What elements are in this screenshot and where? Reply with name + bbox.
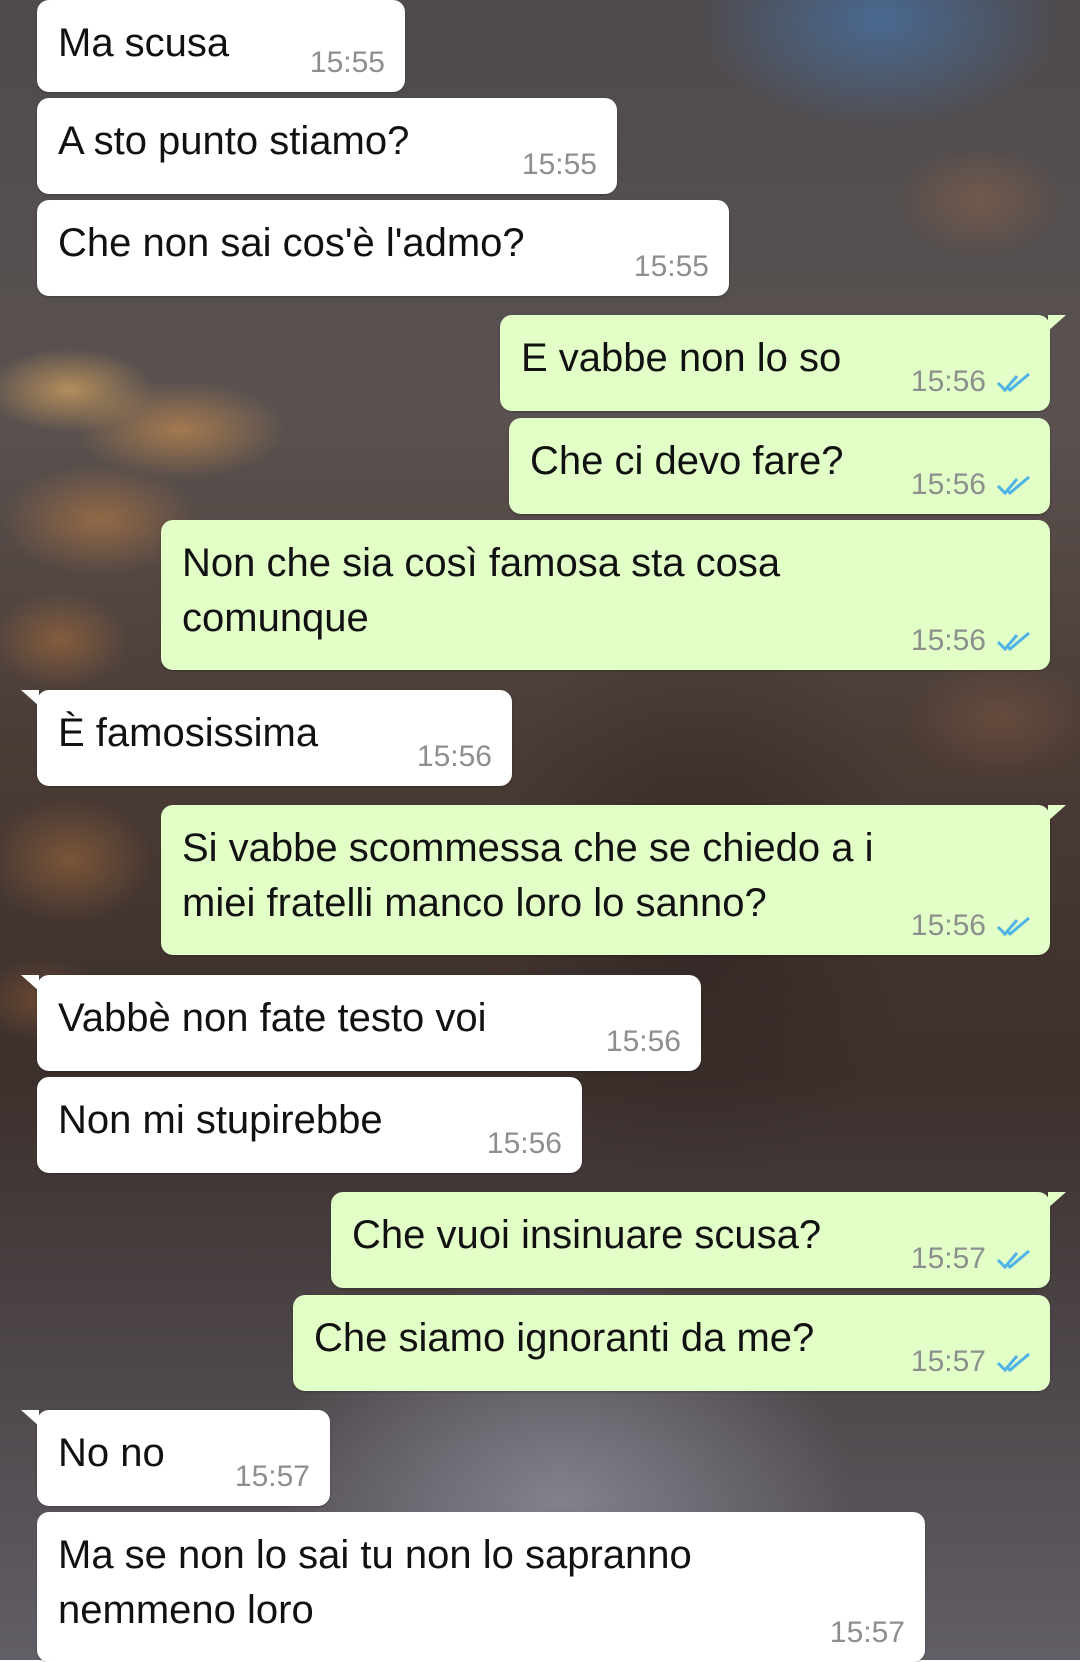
message-bubble-outgoing[interactable]: Che siamo ignoranti da me? 15:57	[293, 1295, 1050, 1391]
message-text: È famosissima	[58, 711, 319, 755]
message-meta: 15:56	[606, 1025, 681, 1059]
message-bubble-outgoing[interactable]: Si vabbe scommessa che se chiedo a i mie…	[161, 805, 1066, 955]
message-time: 15:55	[309, 46, 385, 79]
message-text: Vabbè non fate testo voi	[58, 996, 487, 1040]
message-text: A sto punto stiamo?	[58, 119, 410, 163]
message-text: Che vuoi insinuare scusa?	[352, 1213, 822, 1257]
double-check-icon	[996, 475, 1030, 496]
message-meta: 15:55	[522, 148, 597, 182]
message-meta: 15:56	[911, 624, 1032, 658]
message-bubble-outgoing[interactable]: Non che sia così famosa sta cosa comunqu…	[161, 520, 1050, 670]
message-time: 15:57	[910, 1345, 986, 1378]
message-text: Che siamo ignoranti da me?	[314, 1316, 815, 1360]
message-time: 15:56	[910, 909, 986, 942]
bubble-tail	[21, 1410, 39, 1426]
message-text: Che non sai cos'è l'admo?	[58, 221, 525, 265]
double-check-icon	[996, 1352, 1030, 1373]
message-bubble-incoming[interactable]: Non mi stupirebbe 15:56	[37, 1077, 582, 1173]
message-bubble-outgoing[interactable]: Che vuoi insinuare scusa? 15:57	[331, 1192, 1066, 1288]
message-meta: 15:57	[235, 1460, 310, 1494]
message-time: 15:56	[910, 365, 986, 398]
bubble-tail	[1048, 1192, 1066, 1208]
message-time: 15:56	[605, 1025, 681, 1058]
message-bubble-outgoing[interactable]: E vabbe non lo so 15:56	[500, 315, 1066, 411]
message-time: 15:55	[521, 148, 597, 181]
message-bubble-incoming[interactable]: A sto punto stiamo? 15:55	[37, 98, 617, 194]
message-bubble-incoming[interactable]: Che non sai cos'è l'admo? 15:55	[37, 200, 729, 296]
message-meta: 15:57	[911, 1345, 1032, 1379]
message-meta: 15:56	[417, 740, 492, 774]
bubble-tail	[1048, 805, 1066, 821]
message-text: No no	[58, 1431, 165, 1475]
message-bubble-outgoing[interactable]: Che ci devo fare? 15:56	[509, 418, 1050, 514]
double-check-icon	[996, 372, 1030, 393]
message-text: Ma scusa	[58, 21, 230, 65]
message-time: 15:57	[829, 1616, 905, 1649]
message-meta: 15:57	[830, 1616, 905, 1650]
bubble-tail	[1048, 315, 1066, 331]
message-bubble-incoming[interactable]: È famosissima 15:56	[21, 690, 512, 786]
message-time: 15:55	[633, 250, 709, 283]
message-meta: 15:56	[911, 468, 1032, 502]
message-bubble-incoming[interactable]: Ma se non lo sai tu non lo sapranno nemm…	[37, 1512, 925, 1662]
bubble-tail	[21, 690, 39, 706]
message-text: E vabbe non lo so	[521, 336, 842, 380]
message-text: Si vabbe scommessa che se chiedo a i mie…	[182, 826, 874, 925]
message-meta: 15:56	[487, 1127, 562, 1161]
message-time: 15:56	[486, 1127, 562, 1160]
double-check-icon	[996, 1249, 1030, 1270]
message-meta: 15:56	[911, 909, 1032, 943]
message-meta: 15:57	[911, 1242, 1032, 1276]
message-text: Non che sia così famosa sta cosa comunqu…	[182, 541, 781, 640]
message-bubble-incoming[interactable]: No no 15:57	[21, 1410, 330, 1506]
message-meta: 15:55	[634, 250, 709, 284]
chat-message-list[interactable]: Ma scusa 15:55 A sto punto stiamo? 15:55…	[0, 0, 1080, 1662]
message-bubble-incoming[interactable]: Ma scusa 15:55	[37, 0, 405, 92]
message-meta: 15:55	[310, 46, 385, 80]
message-time: 15:57	[910, 1242, 986, 1275]
double-check-icon	[996, 631, 1030, 652]
message-text: Che ci devo fare?	[530, 439, 844, 483]
message-meta: 15:56	[911, 365, 1032, 399]
message-text: Non mi stupirebbe	[58, 1098, 383, 1142]
message-time: 15:56	[910, 624, 986, 657]
message-bubble-incoming[interactable]: Vabbè non fate testo voi 15:56	[21, 975, 701, 1071]
message-time: 15:56	[416, 740, 492, 773]
bubble-tail	[21, 975, 39, 991]
message-time: 15:57	[234, 1460, 310, 1493]
message-time: 15:56	[910, 468, 986, 501]
message-text: Ma se non lo sai tu non lo sapranno nemm…	[58, 1533, 692, 1632]
double-check-icon	[996, 916, 1030, 937]
